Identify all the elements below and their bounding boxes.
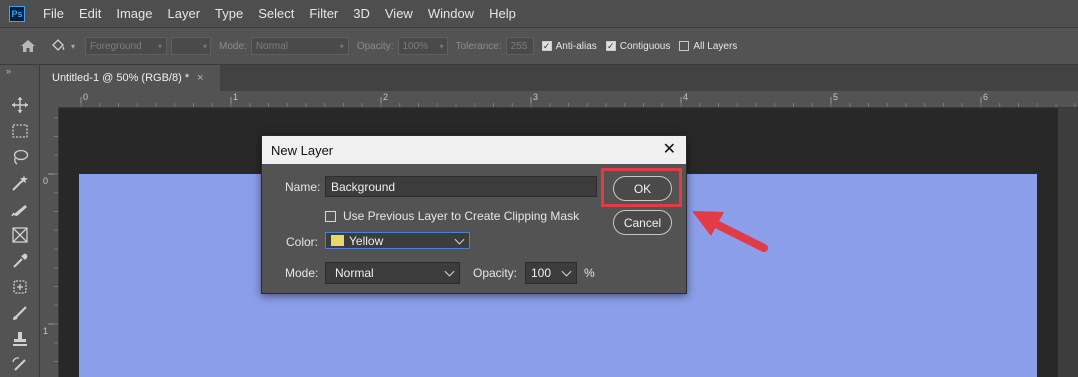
healing-brush-tool-icon[interactable] — [10, 277, 30, 297]
menu-bar: Ps File Edit Image Layer Type Select Fil… — [0, 0, 1078, 28]
menu-type[interactable]: Type — [215, 6, 243, 21]
mode-select[interactable]: Normal ▾ — [250, 37, 349, 55]
ruler-tick-label: 0 — [83, 92, 89, 102]
menu-select[interactable]: Select — [258, 6, 294, 21]
opacity-value: 100 — [531, 266, 552, 280]
menu-layer[interactable]: Layer — [168, 6, 201, 21]
menu-file[interactable]: File — [43, 6, 64, 21]
color-label: Color: — [286, 235, 319, 249]
ruler-tick-label: 0 — [43, 176, 49, 186]
document-tab[interactable]: Untitled-1 @ 50% (RGB/8) * × — [40, 65, 220, 91]
crop-tool-icon[interactable] — [10, 199, 30, 219]
photoshop-logo: Ps — [9, 5, 25, 22]
opacity-label: Opacity: — [473, 266, 518, 280]
cancel-button-label: Cancel — [623, 215, 662, 230]
frame-tool-icon[interactable] — [10, 225, 30, 245]
document-tab-title: Untitled-1 @ 50% (RGB/8) * — [52, 72, 190, 84]
chevron-down-icon — [454, 234, 465, 245]
dialog-title: New Layer — [271, 142, 334, 158]
contiguous-label: Contiguous — [619, 40, 671, 52]
new-layer-dialog: New Layer ✕ Name: Background Use Previou… — [261, 135, 687, 294]
blend-mode-value: Normal — [335, 266, 374, 280]
contiguous-checkbox[interactable]: ✓ Contiguous — [605, 40, 671, 52]
clipping-mask-checkbox[interactable]: Use Previous Layer to Create Clipping Ma… — [325, 209, 579, 223]
ruler-tick-label: 1 — [43, 326, 49, 336]
close-tab-icon[interactable]: × — [197, 72, 203, 84]
layer-name-input[interactable]: Background — [325, 176, 597, 197]
chevron-down-icon: ▾ — [158, 41, 163, 51]
mode-value: Normal — [255, 40, 289, 52]
menu-help[interactable]: Help — [489, 6, 516, 21]
tolerance-label: Tolerance: — [455, 40, 502, 52]
opacity-unit: % — [584, 266, 595, 280]
mode-label: Mode: — [285, 266, 319, 280]
chevron-down-icon: ▾ — [439, 41, 444, 51]
all-layers-label: All Layers — [693, 40, 738, 52]
marquee-tool-icon[interactable] — [10, 121, 30, 141]
ruler-tick-label: 5 — [833, 92, 839, 102]
checkmark-icon: ✓ — [541, 40, 552, 51]
horizontal-ruler: 0 1 2 3 4 5 6 — [59, 91, 1078, 108]
ok-button-highlight — [601, 168, 682, 207]
chevron-down-icon — [444, 266, 455, 277]
blend-mode-select[interactable]: Normal — [325, 262, 460, 284]
chevron-down-icon: ▾ — [339, 41, 344, 51]
ruler-tick-label: 4 — [683, 92, 689, 102]
cancel-button[interactable]: Cancel — [613, 210, 672, 235]
fill-source-value: Foreground — [90, 40, 142, 52]
anti-alias-checkbox[interactable]: ✓ Anti-alias — [541, 40, 597, 52]
opacity-input[interactable]: 100 — [525, 262, 577, 284]
chevron-down-icon: ▾ — [203, 41, 208, 51]
name-label: Name: — [285, 180, 321, 194]
tools-panel: » — [0, 65, 40, 377]
anti-alias-label: Anti-alias — [555, 40, 597, 52]
checkbox-empty-icon — [325, 210, 336, 222]
mode-label: Mode: — [219, 40, 247, 52]
right-panel-edge — [1058, 108, 1078, 377]
menu-3d[interactable]: 3D — [353, 6, 370, 21]
paint-bucket-tool-icon[interactable]: ▾ — [50, 38, 75, 54]
opacity-value: 100% — [402, 40, 429, 52]
panel-collapse-icon[interactable]: » — [6, 66, 11, 76]
checkbox-empty-icon — [679, 41, 690, 51]
dialog-title-bar: New Layer ✕ — [262, 136, 686, 164]
ruler-tick-label: 3 — [533, 92, 539, 102]
menu-edit[interactable]: Edit — [79, 6, 101, 21]
clone-stamp-tool-icon[interactable] — [10, 329, 30, 349]
menu-image[interactable]: Image — [116, 6, 152, 21]
ruler-tick-label: 1 — [233, 92, 239, 102]
home-icon[interactable] — [20, 39, 36, 53]
all-layers-checkbox[interactable]: All Layers — [679, 41, 737, 52]
ruler-tick-label: 2 — [383, 92, 389, 102]
fill-source-select[interactable]: Foreground ▾ — [85, 37, 168, 55]
history-brush-tool-icon[interactable] — [10, 355, 30, 375]
pattern-picker[interactable]: ▾ — [171, 37, 212, 55]
vertical-ruler: 0 1 — [40, 107, 59, 377]
magic-wand-tool-icon[interactable] — [10, 173, 30, 193]
lasso-tool-icon[interactable] — [10, 147, 30, 167]
layer-name-value: Background — [331, 179, 396, 194]
chevron-down-icon[interactable] — [561, 266, 572, 277]
clipping-mask-label: Use Previous Layer to Create Clipping Ma… — [343, 209, 580, 223]
tolerance-value: 255 — [510, 40, 528, 52]
move-tool-icon[interactable] — [10, 95, 30, 115]
opacity-label: Opacity: — [356, 40, 394, 52]
menu-window[interactable]: Window — [428, 6, 474, 21]
brush-tool-icon[interactable] — [10, 303, 30, 323]
opacity-field[interactable]: 100% ▾ — [397, 37, 448, 55]
eyedropper-tool-icon[interactable] — [10, 251, 30, 271]
color-select[interactable]: Yellow — [325, 232, 470, 249]
checkmark-icon: ✓ — [605, 40, 616, 51]
menu-view[interactable]: View — [385, 6, 413, 21]
chevron-down-icon: ▾ — [71, 41, 76, 51]
color-value: Yellow — [349, 233, 384, 248]
menu-filter[interactable]: Filter — [309, 6, 338, 21]
close-icon[interactable]: ✕ — [663, 142, 676, 158]
tolerance-field[interactable]: 255 — [505, 37, 534, 55]
options-bar: ▾ Foreground ▾ ▾ Mode: Normal ▾ Opacity:… — [0, 28, 1078, 65]
ruler-tick-label: 6 — [983, 92, 989, 102]
annotation-arrow-icon — [692, 211, 768, 252]
yellow-swatch — [331, 235, 344, 246]
